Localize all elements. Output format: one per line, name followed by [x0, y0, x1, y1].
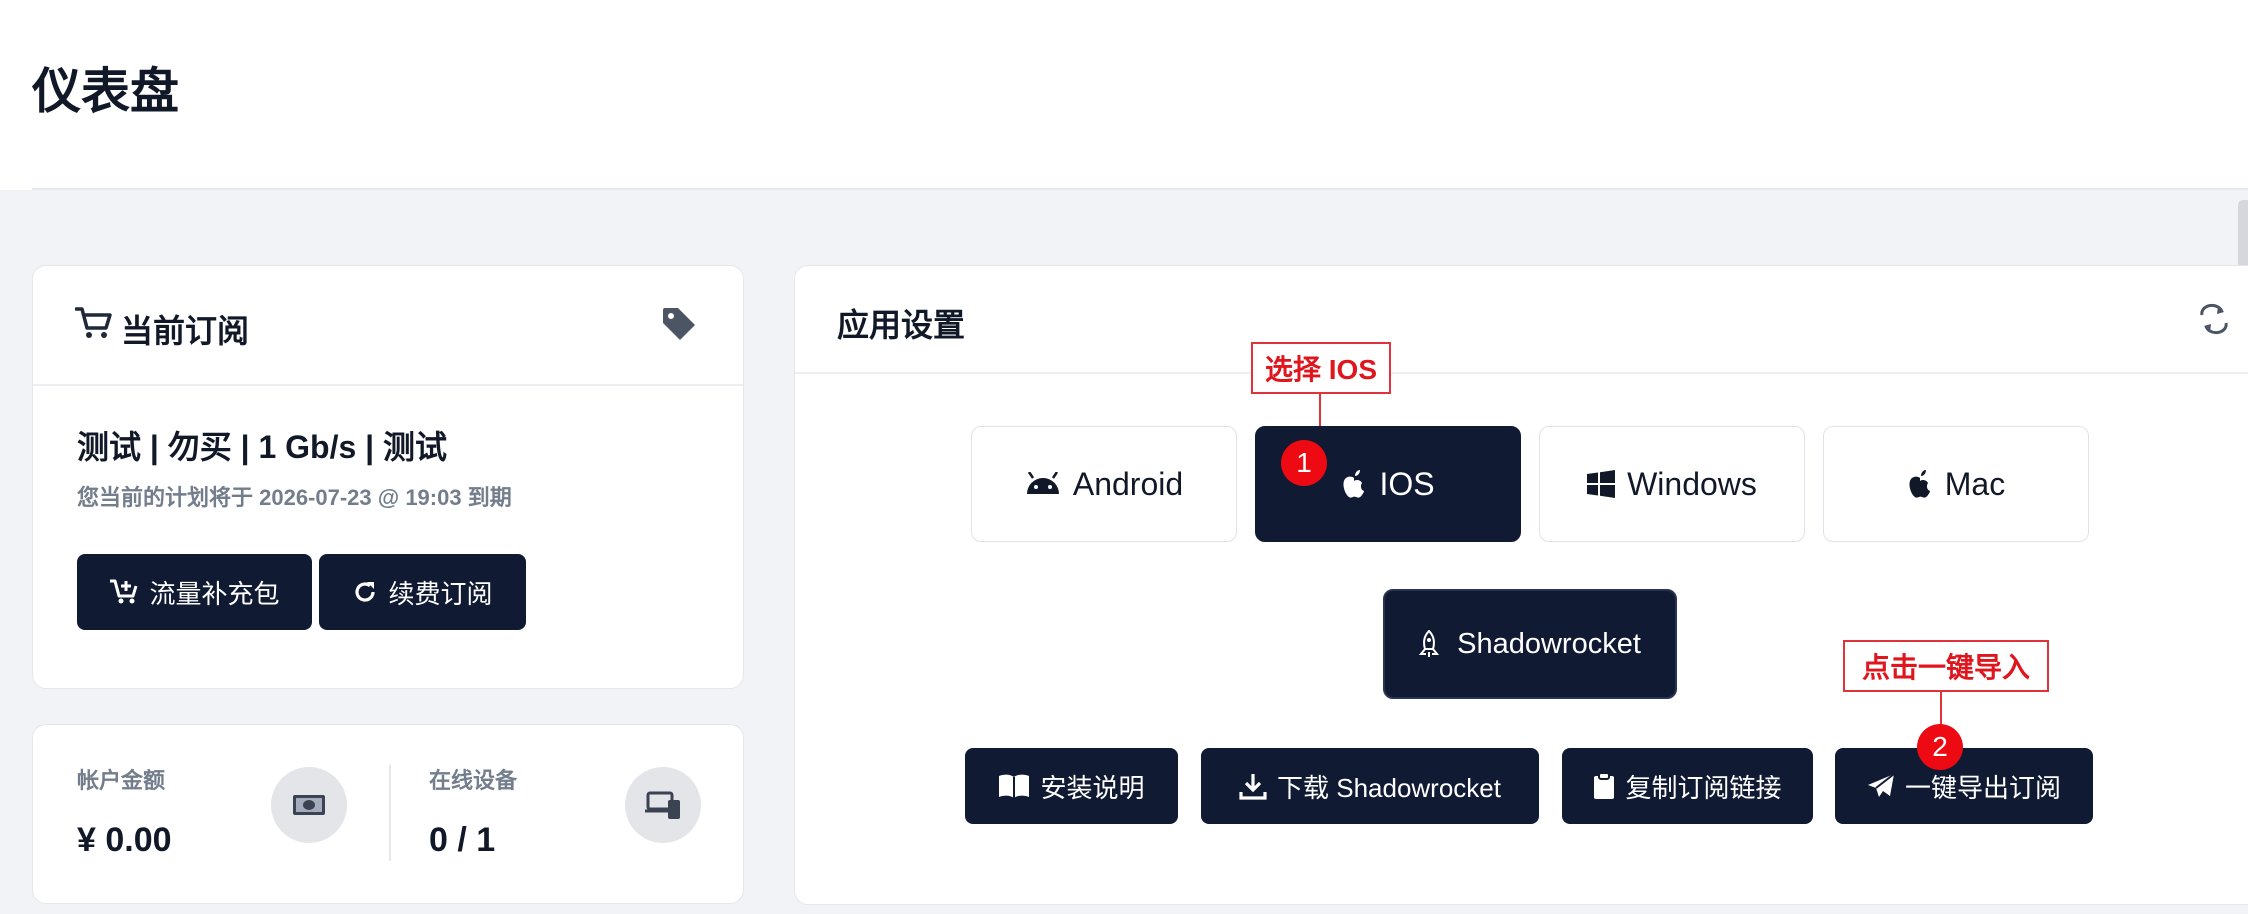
install-guide-label: 安装说明: [1040, 772, 1145, 803]
balance-label: 帐户金额: [77, 768, 166, 793]
traffic-package-label: 流量补充包: [149, 578, 280, 609]
client-shadowrocket[interactable]: Shadowrocket: [1383, 589, 1677, 699]
windows-icon: [1587, 470, 1616, 498]
cart-icon: [75, 307, 112, 338]
app-settings-title: 应用设置: [837, 307, 966, 343]
copy-subscription-link-button[interactable]: 复制订阅链接: [1562, 748, 1813, 824]
current-subscription-card: 当前订阅 测试 | 勿买 | 1 Gb/s | 测试 您当前的计划将于 2026…: [32, 265, 744, 689]
os-option-windows[interactable]: Windows: [1539, 426, 1805, 542]
balance-value: ¥ 0.00: [77, 821, 172, 859]
apple-icon: [1343, 470, 1365, 498]
traffic-package-button[interactable]: 流量补充包: [77, 554, 312, 630]
download-icon: [1239, 774, 1267, 800]
os-option-android[interactable]: Android: [971, 426, 1237, 542]
plan-name: 测试 | 勿买 | 1 Gb/s | 测试: [77, 429, 448, 465]
paper-plane-icon: [1867, 773, 1895, 797]
os-option-mac[interactable]: Mac: [1823, 426, 2089, 542]
copy-link-label: 复制订阅链接: [1625, 772, 1782, 803]
annotation-step1-marker: 1: [1281, 440, 1327, 486]
page-header: 仪表盘: [0, 0, 2248, 190]
account-stats-card: 帐户金额 ¥ 0.00 在线设备 0 / 1: [32, 724, 744, 904]
refresh-icon[interactable]: [2197, 302, 2231, 336]
card-header: 当前订阅: [33, 266, 743, 386]
annotation-step2-marker: 2: [1917, 724, 1963, 770]
page-title: 仪表盘: [32, 65, 180, 119]
redo-icon: [355, 582, 376, 602]
cart-plus-icon: [110, 579, 138, 604]
os-label-mac: Mac: [1944, 465, 2006, 502]
download-client-button[interactable]: 下载 Shadowrocket: [1201, 748, 1539, 824]
download-label: 下载 Shadowrocket: [1277, 772, 1501, 803]
clipboard-icon: [1594, 772, 1615, 799]
one-click-import-button[interactable]: 一键导出订阅: [1835, 748, 2093, 824]
devices-icon-wrap: [625, 767, 701, 843]
renew-subscription-button[interactable]: 续费订阅: [319, 554, 526, 630]
os-label-android: Android: [1072, 465, 1184, 502]
card-title: 当前订阅: [121, 313, 250, 349]
app-settings-header: 应用设置: [795, 266, 2248, 374]
apple-icon: [1909, 470, 1930, 498]
one-click-import-label: 一键导出订阅: [1904, 772, 2061, 803]
devices-label: 在线设备: [429, 768, 518, 793]
os-label-windows: Windows: [1627, 465, 1757, 502]
annotation-step1-label: 选择 IOS: [1251, 342, 1391, 394]
balance-icon-wrap: [271, 767, 347, 843]
app-settings-card: 应用设置 Android IOS Windows Mac Shadowrocke…: [794, 265, 2248, 905]
install-guide-button[interactable]: 安装说明: [965, 748, 1178, 824]
devices-value: 0 / 1: [429, 821, 496, 859]
renew-label: 续费订阅: [388, 578, 493, 609]
devices-icon: [645, 791, 680, 819]
annotation-step1-line: [1319, 394, 1321, 426]
os-label-ios: IOS: [1379, 465, 1435, 502]
tag-icon[interactable]: [661, 306, 697, 342]
plan-expiry: 您当前的计划将于 2026-07-23 @ 19:03 到期: [77, 485, 512, 510]
money-icon: [293, 795, 325, 815]
android-icon: [1026, 472, 1059, 494]
annotation-step2-label: 点击一键导入: [1843, 640, 2049, 692]
annotation-step2-line: [1940, 692, 1942, 726]
client-label: Shadowrocket: [1457, 627, 1641, 660]
stats-divider: [389, 765, 391, 861]
book-icon: [999, 774, 1030, 798]
rocket-icon: [1419, 630, 1440, 657]
